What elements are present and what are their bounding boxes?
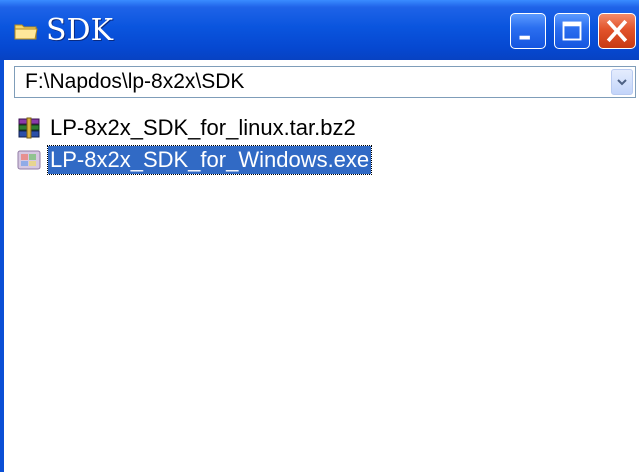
maximize-button[interactable] (554, 13, 590, 49)
folder-icon (14, 22, 38, 40)
archive-icon (16, 117, 42, 139)
chevron-down-icon (617, 79, 627, 86)
file-item-windows-installer[interactable]: LP-8x2x_SDK_for_Windows.exe (14, 144, 634, 176)
file-item-linux-archive[interactable]: LP-8x2x_SDK_for_linux.tar.bz2 (14, 112, 634, 144)
close-button[interactable] (598, 13, 636, 49)
minimize-icon (519, 35, 530, 40)
window-title: SDK (46, 13, 114, 48)
file-name[interactable]: LP-8x2x_SDK_for_Windows.exe (46, 145, 373, 175)
installer-icon (16, 149, 42, 171)
address-bar[interactable]: F:\Napdos\lp-8x2x\SDK (14, 66, 636, 98)
maximize-icon (562, 21, 582, 41)
title-bar[interactable]: SDK (0, 0, 639, 60)
address-dropdown-button[interactable] (611, 69, 633, 95)
minimize-button[interactable] (510, 13, 546, 49)
file-name[interactable]: LP-8x2x_SDK_for_linux.tar.bz2 (48, 114, 358, 142)
explorer-window: SDK F:\Napdos\lp-8x2x\SDK LP-8x2x_SDK_fo… (0, 0, 639, 472)
file-list: LP-8x2x_SDK_for_linux.tar.bz2 LP-8x2x_SD… (14, 112, 634, 176)
address-path[interactable]: F:\Napdos\lp-8x2x\SDK (25, 70, 244, 94)
close-icon (606, 19, 628, 43)
client-area: F:\Napdos\lp-8x2x\SDK LP-8x2x_SDK_for_li… (4, 60, 639, 472)
